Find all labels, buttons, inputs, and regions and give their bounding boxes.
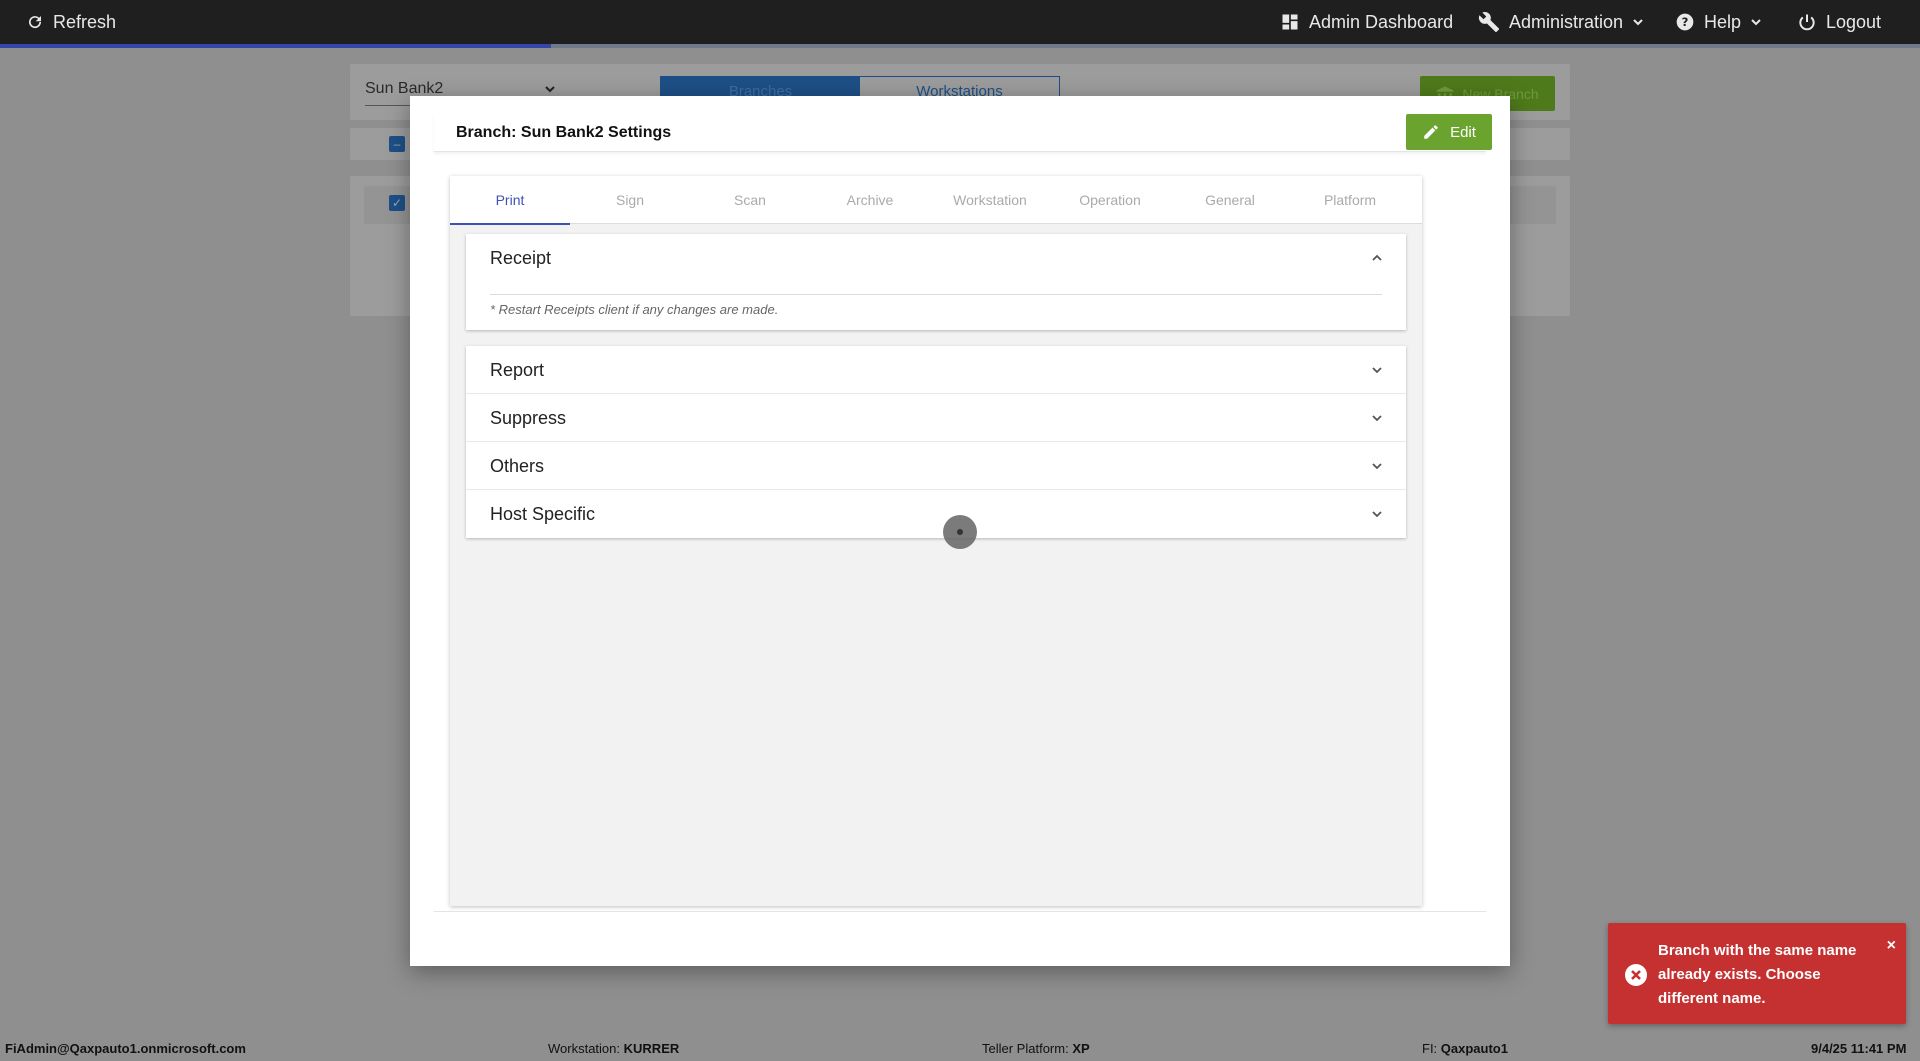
power-icon [1799, 14, 1815, 31]
settings-tabs: Print Sign Scan Archive Workstation Oper… [450, 176, 1422, 225]
tab-sign[interactable]: Sign [570, 176, 690, 224]
chevron-down-icon [1370, 507, 1384, 526]
receipt-panel: Receipt * Restart Receipts client if any… [466, 234, 1406, 330]
section-others[interactable]: Others [466, 442, 1406, 490]
help-label: Help [1704, 11, 1742, 32]
error-toast: Branch with the same name already exists… [1608, 923, 1906, 1024]
tab-platform[interactable]: Platform [1290, 176, 1410, 224]
administration-label: Administration [1509, 11, 1624, 32]
row-checkbox[interactable]: ✓ [389, 195, 405, 211]
toast-close-button[interactable]: × [1887, 937, 1896, 955]
receipt-label: Receipt [490, 248, 552, 268]
tab-archive[interactable]: Archive [810, 176, 930, 224]
select-all-checkbox[interactable]: – [389, 136, 405, 152]
receipt-restart-note: * Restart Receipts client if any changes… [490, 302, 779, 317]
tab-operation[interactable]: Operation [1050, 176, 1170, 224]
status-workstation: Workstation: KURRER [548, 1041, 679, 1056]
tab-workstation[interactable]: Workstation [930, 176, 1050, 224]
svg-text:?: ? [1682, 15, 1689, 29]
help-menu[interactable]: ? Help [1675, 0, 1762, 44]
section-host-specific[interactable]: Host Specific [466, 490, 1406, 538]
receipt-divider [490, 294, 1382, 295]
refresh-button[interactable]: Refresh [26, 0, 116, 44]
error-circle-icon [1624, 963, 1648, 992]
status-fi-value: Qaxpauto1 [1440, 1041, 1508, 1056]
status-platform-value: XP [1072, 1041, 1090, 1056]
status-platform: Teller Platform: XP [982, 1041, 1090, 1056]
status-platform-label: Teller Platform: [982, 1041, 1069, 1056]
status-datetime: 9/4/25 11:41 PM [1811, 1041, 1906, 1056]
top-navigation-bar: Refresh Admin Dashboard Administration ?… [0, 0, 1920, 44]
status-bar: FiAdmin@Qaxpauto1.onmicrosoft.com Workst… [0, 1036, 1920, 1061]
administration-menu[interactable]: Administration [1478, 0, 1644, 44]
admin-dashboard-label: Admin Dashboard [1309, 11, 1454, 32]
logout-button[interactable]: Logout [1797, 0, 1881, 44]
chevron-down-icon [1370, 411, 1384, 430]
status-datetime-value: 9/4/25 11:41 PM [1811, 1041, 1907, 1056]
status-fi-label: FI: [1422, 1041, 1438, 1056]
refresh-label: Refresh [53, 11, 117, 32]
section-suppress[interactable]: Suppress [466, 394, 1406, 442]
dashboard-icon [1282, 14, 1298, 30]
refresh-icon [29, 16, 42, 29]
chevron-up-icon [1370, 251, 1384, 270]
status-user-value: FiAdmin@Qaxpauto1.onmicrosoft.com [5, 1041, 246, 1056]
edit-button[interactable]: Edit [1406, 114, 1492, 150]
status-workstation-value: KURRER [623, 1041, 680, 1056]
chevron-down-icon [1370, 459, 1384, 478]
edit-label: Edit [1450, 123, 1476, 141]
section-host-specific-label: Host Specific [490, 504, 596, 524]
mouse-cursor-indicator [943, 515, 977, 549]
help-icon: ? [1676, 13, 1694, 31]
receipt-panel-header[interactable]: Receipt [466, 234, 1406, 282]
chevron-down-icon [1370, 363, 1384, 382]
modal-title: Branch: Sun Bank2 Settings [456, 124, 672, 141]
status-fi: FI: Qaxpauto1 [1422, 1041, 1508, 1056]
progress-fill [0, 44, 552, 48]
print-sections-panel: Report Suppress Others Host Specific [466, 346, 1406, 538]
tab-print[interactable]: Print [450, 176, 570, 225]
bank-select-value: Sun Bank2 [365, 80, 444, 97]
pencil-icon [1424, 125, 1438, 139]
section-report[interactable]: Report [466, 346, 1406, 394]
settings-card: Print Sign Scan Archive Workstation Oper… [450, 176, 1422, 906]
section-others-label: Others [490, 456, 545, 476]
modal-header: Branch: Sun Bank2 Settings Edit [434, 114, 1492, 152]
status-workstation-label: Workstation: [548, 1041, 621, 1056]
tab-general[interactable]: General [1170, 176, 1290, 224]
tab-scan[interactable]: Scan [690, 176, 810, 224]
toast-message: Branch with the same name already exists… [1658, 942, 1857, 1007]
admin-dashboard-link[interactable]: Admin Dashboard [1280, 0, 1453, 44]
section-report-label: Report [490, 360, 545, 380]
loading-progress-bar [0, 44, 1920, 48]
wrench-icon [1478, 12, 1500, 33]
chevron-down-icon [1633, 19, 1643, 26]
logout-label: Logout [1826, 11, 1882, 32]
section-suppress-label: Suppress [490, 408, 567, 428]
chevron-down-icon [1751, 19, 1761, 26]
status-user: FiAdmin@Qaxpauto1.onmicrosoft.com [5, 1041, 246, 1056]
